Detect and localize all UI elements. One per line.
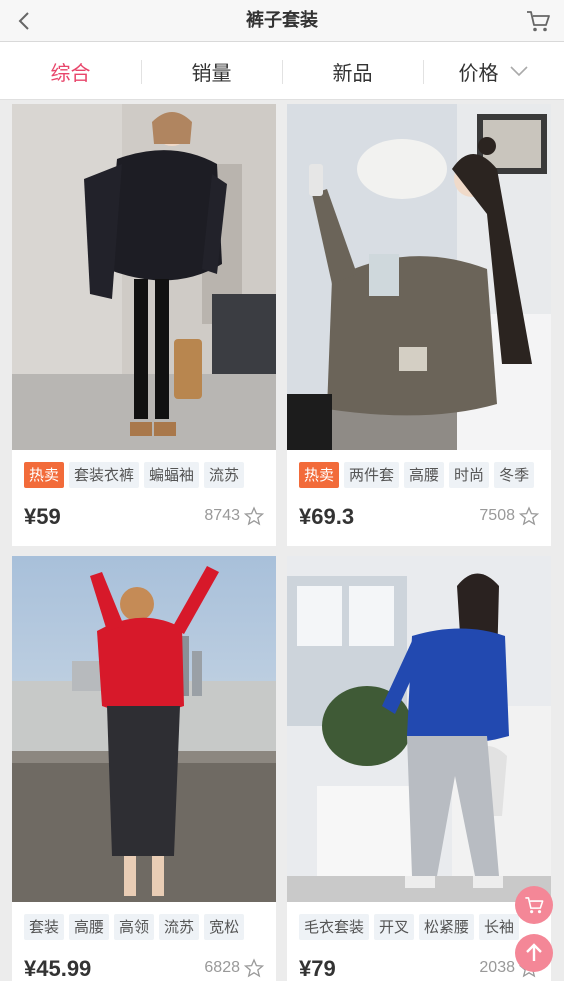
product-tag: 开叉	[374, 914, 415, 940]
hot-tag: 热卖	[299, 462, 340, 488]
product-image[interactable]	[287, 556, 551, 902]
product-tag: 高腰	[404, 462, 445, 488]
sort-tabs: 综合 销量 新品 价格	[0, 42, 564, 100]
product-tag: 两件套	[344, 462, 400, 488]
chevron-down-icon	[509, 66, 528, 77]
arrow-up-icon	[526, 943, 542, 961]
sales-count: 7508	[479, 506, 539, 526]
app-screen: 裤子套装 综合 销量 新品 价格 热卖 套装衣裤 蝙蝠袖 流苏 ¥59 8743…	[0, 0, 564, 981]
product-tag: 长袖	[479, 914, 520, 940]
product-tag: 宽松	[204, 914, 245, 940]
product-tag: 蝙蝠袖	[144, 462, 200, 488]
tab-price[interactable]: 价格	[423, 42, 564, 100]
product-tag: 流苏	[159, 914, 200, 940]
sales-number: 8743	[204, 507, 240, 524]
tag-list: 套装 高腰 高领 流苏 宽松	[24, 914, 245, 940]
tab-label: 价格	[458, 60, 499, 85]
tab-comprehensive[interactable]: 综合	[0, 42, 141, 100]
product-price: ¥79	[299, 956, 336, 981]
product-card[interactable]: 热卖 套装衣裤 蝙蝠袖 流苏 ¥59 8743	[12, 104, 276, 546]
hot-tag: 热卖	[24, 462, 65, 488]
tab-label: 销量	[191, 60, 232, 85]
tab-new[interactable]: 新品	[282, 42, 423, 100]
sales-number: 6828	[204, 959, 240, 976]
star-icon[interactable]	[244, 506, 264, 526]
tab-label: 新品	[332, 60, 373, 85]
tab-sales[interactable]: 销量	[141, 42, 282, 100]
product-tag: 高腰	[69, 914, 110, 940]
sales-count: 6828	[204, 958, 264, 978]
product-image[interactable]	[12, 556, 276, 902]
product-tag: 套装衣裤	[69, 462, 140, 488]
product-grid: 热卖 套装衣裤 蝙蝠袖 流苏 ¥59 8743 热卖 两件套 高腰 时尚 冬季 …	[12, 104, 552, 981]
sales-number: 7508	[479, 507, 515, 524]
tab-label: 综合	[50, 60, 91, 85]
product-price: ¥59	[24, 504, 61, 529]
product-tag: 高领	[114, 914, 155, 940]
product-image[interactable]	[287, 104, 551, 450]
back-to-top-button[interactable]	[515, 934, 553, 972]
product-card[interactable]: 套装 高腰 高领 流苏 宽松 ¥45.99 6828	[12, 556, 276, 981]
product-tag: 毛衣套装	[299, 914, 370, 940]
cart-icon	[527, 11, 550, 32]
star-icon[interactable]	[519, 506, 539, 526]
product-tag: 松紧腰	[419, 914, 475, 940]
product-price: ¥45.99	[24, 956, 92, 981]
product-card[interactable]: 热卖 两件套 高腰 时尚 冬季 ¥69.3 7508	[287, 104, 551, 546]
cart-icon	[525, 897, 544, 914]
product-tag: 时尚	[449, 462, 490, 488]
product-tag: 套装	[24, 914, 65, 940]
tag-list: 热卖 两件套 高腰 时尚 冬季	[299, 462, 535, 488]
star-icon[interactable]	[244, 958, 264, 978]
sales-number: 2038	[479, 959, 515, 976]
product-price: ¥69.3	[299, 504, 355, 529]
page-title: 裤子套装	[246, 10, 318, 31]
product-tag: 冬季	[494, 462, 535, 488]
sales-count: 8743	[204, 506, 264, 526]
product-card[interactable]: 毛衣套装 开叉 松紧腰 长袖 ¥79 2038	[287, 556, 551, 981]
product-image[interactable]	[12, 104, 276, 450]
product-tag: 流苏	[204, 462, 245, 488]
tag-list: 热卖 套装衣裤 蝙蝠袖 流苏	[24, 462, 245, 488]
tag-list: 毛衣套装 开叉 松紧腰 长袖	[299, 914, 520, 940]
header-bar: 裤子套装	[0, 0, 564, 42]
floating-cart-button[interactable]	[515, 886, 553, 924]
cart-button[interactable]	[524, 7, 552, 35]
